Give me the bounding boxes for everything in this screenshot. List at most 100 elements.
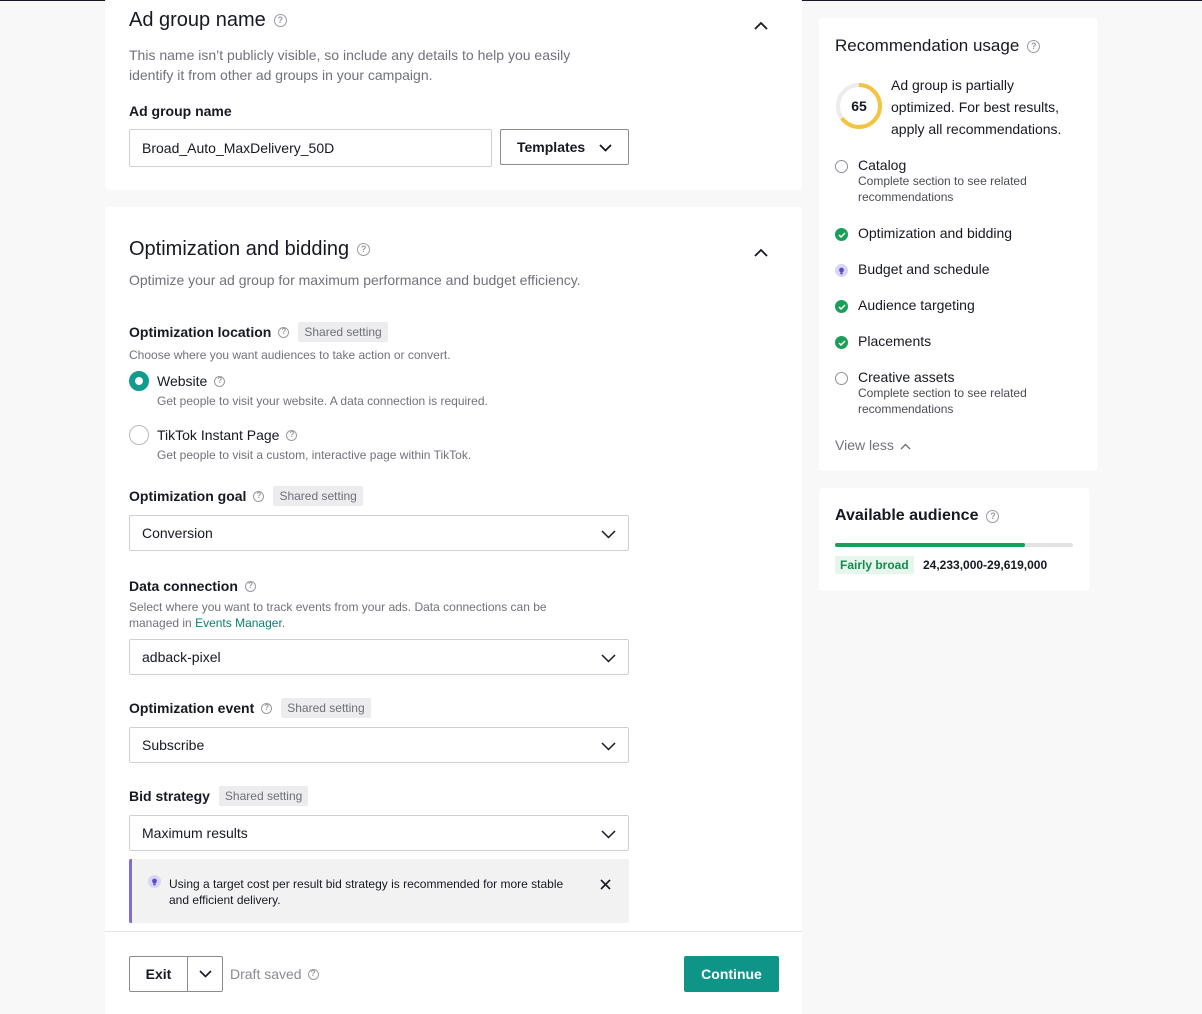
help-icon[interactable]: ? (307, 968, 319, 980)
rec-item-audience-targeting[interactable]: Audience targeting (835, 297, 975, 313)
data-connection-value: adback-pixel (142, 649, 221, 665)
draft-status-row: Draft saved ? (230, 966, 319, 982)
chevron-down-icon (599, 139, 612, 155)
help-icon[interactable]: ? (1027, 39, 1041, 53)
rec-item-label: Budget and schedule (858, 261, 990, 277)
optimization-event-value: Subscribe (142, 737, 205, 753)
rec-item-creative-assets[interactable]: Creative assets Complete section to see … (835, 369, 1058, 417)
tiktok-instant-page-description: Get people to visit a custom, interactiv… (157, 448, 472, 462)
help-icon[interactable]: ? (278, 326, 290, 338)
optimization-goal-select[interactable]: Conversion (129, 515, 629, 551)
check-circle-icon (835, 300, 848, 313)
templates-button[interactable]: Templates (500, 129, 629, 165)
recommendation-title-row: Recommendation usage ? (835, 36, 1041, 56)
optimization-location-description: Choose where you want audiences to take … (129, 348, 451, 362)
bid-strategy-label: Bid strategy (129, 788, 210, 804)
audience-size-range: 24,233,000-29,619,000 (923, 558, 1048, 572)
shared-setting-badge: Shared setting (298, 322, 388, 342)
ad-group-name-label: Ad group name (129, 103, 232, 119)
chevron-down-icon (601, 650, 616, 666)
shared-setting-badge: Shared setting (273, 486, 363, 506)
audience-title-row: Available audience ? (835, 507, 1000, 525)
rec-item-placements[interactable]: Placements (835, 333, 931, 349)
close-icon[interactable] (600, 877, 611, 895)
check-circle-icon (835, 228, 848, 241)
continue-label: Continue (701, 966, 762, 982)
exit-button-group: Exit (129, 956, 223, 992)
lightbulb-icon (835, 264, 848, 277)
draft-status: Draft saved (230, 966, 302, 982)
help-icon[interactable]: ? (986, 509, 1000, 523)
score-value: 65 (851, 98, 867, 114)
ad-group-name-value: Broad_Auto_MaxDelivery_50D (142, 140, 335, 156)
view-less-label: View less (835, 437, 894, 453)
help-icon[interactable]: ? (214, 375, 226, 387)
section-description: Optimize your ad group for maximum perfo… (129, 272, 581, 288)
help-icon[interactable]: ? (357, 243, 371, 256)
ad-group-name-title-row: Ad group name ? (129, 9, 287, 32)
rec-item-budget-and-schedule[interactable]: Budget and schedule (835, 261, 990, 277)
recommendation-summary: Ad group is partially optimized. For bes… (891, 77, 1062, 137)
help-icon[interactable]: ? (253, 490, 265, 502)
audience-breadth-badge: Fairly broad (835, 556, 914, 574)
collapse-chevron-icon[interactable] (754, 17, 768, 35)
help-icon[interactable]: ? (261, 702, 273, 714)
shared-setting-badge: Shared setting (218, 786, 309, 806)
section-title: Optimization and bidding (129, 238, 350, 260)
rec-item-optimization-and-bidding[interactable]: Optimization and bidding (835, 225, 1012, 241)
recommendation-usage-card: Recommendation usage ? 65 Ad group is pa… (819, 18, 1097, 471)
empty-circle-icon (835, 160, 848, 173)
rec-item-label: Creative assets (858, 369, 955, 385)
shared-setting-badge: Shared setting (281, 698, 371, 718)
bid-strategy-tip-banner: Using a target cost per result bid strat… (129, 859, 629, 923)
tiktok-instant-page-label: TikTok Instant Page (157, 427, 280, 443)
website-option-label: Website (157, 373, 208, 389)
optimization-goal-value: Conversion (142, 525, 213, 541)
chevron-up-icon (900, 437, 911, 453)
exit-button[interactable]: Exit (130, 957, 188, 991)
data-connection-label-row: Data connection ? (129, 578, 256, 594)
optimization-event-select[interactable]: Subscribe (129, 727, 629, 763)
rec-item-sub: Complete section to see related recommen… (858, 174, 1027, 204)
data-connection-description: Select where you want to track events fr… (129, 599, 589, 631)
rec-item-catalog[interactable]: Catalog Complete section to see related … (835, 157, 1058, 205)
description-period: . (281, 616, 286, 630)
optimization-location-label: Optimization location (129, 324, 272, 340)
empty-circle-icon (835, 372, 848, 385)
rec-item-label: Placements (858, 333, 932, 349)
rec-item-sub: Complete section to see related recommen… (858, 386, 1027, 416)
view-less-link[interactable]: View less (835, 437, 911, 453)
chevron-down-icon (601, 526, 616, 542)
templates-label: Templates (517, 139, 586, 155)
ad-group-name-input[interactable]: Broad_Auto_MaxDelivery_50D (129, 129, 492, 167)
footer-bar: Exit Draft saved ? Continue (105, 931, 802, 1014)
data-connection-select[interactable]: adback-pixel (129, 639, 629, 675)
website-option-description: Get people to visit your website. A data… (157, 394, 488, 408)
optimization-event-label-row: Optimization event ? Shared setting (129, 698, 371, 718)
rec-item-label: Catalog (858, 157, 907, 173)
optimization-title-row: Optimization and bidding ? (129, 238, 371, 261)
chevron-down-icon (601, 826, 616, 842)
help-icon[interactable]: ? (286, 429, 298, 441)
continue-button[interactable]: Continue (684, 956, 779, 992)
bid-strategy-select[interactable]: Maximum results (129, 815, 629, 851)
help-icon[interactable]: ? (273, 14, 287, 27)
bid-strategy-label-row: Bid strategy Shared setting (129, 786, 309, 806)
tiktok-instant-page-radio[interactable] (129, 425, 149, 445)
events-manager-link[interactable]: Events Manager (195, 616, 282, 630)
website-radio[interactable] (129, 371, 149, 391)
section-description: This name isn’t publicly visible, so inc… (129, 47, 571, 83)
exit-label: Exit (145, 966, 172, 982)
chevron-down-icon (198, 965, 212, 983)
collapse-chevron-icon[interactable] (754, 244, 768, 262)
rec-item-label: Audience targeting (858, 297, 975, 313)
help-icon[interactable]: ? (244, 580, 256, 592)
bid-strategy-tip-text: Using a target cost per result bid strat… (169, 877, 564, 907)
website-option-row: Website ? (157, 373, 226, 389)
exit-options-button[interactable] (188, 957, 222, 991)
lightbulb-icon (148, 875, 161, 888)
audience-meter-track (835, 543, 1073, 547)
optimization-goal-label-row: Optimization goal ? Shared setting (129, 486, 363, 506)
optimization-event-label: Optimization event (129, 700, 255, 716)
data-connection-description-text: Select where you want to track events fr… (129, 600, 547, 630)
